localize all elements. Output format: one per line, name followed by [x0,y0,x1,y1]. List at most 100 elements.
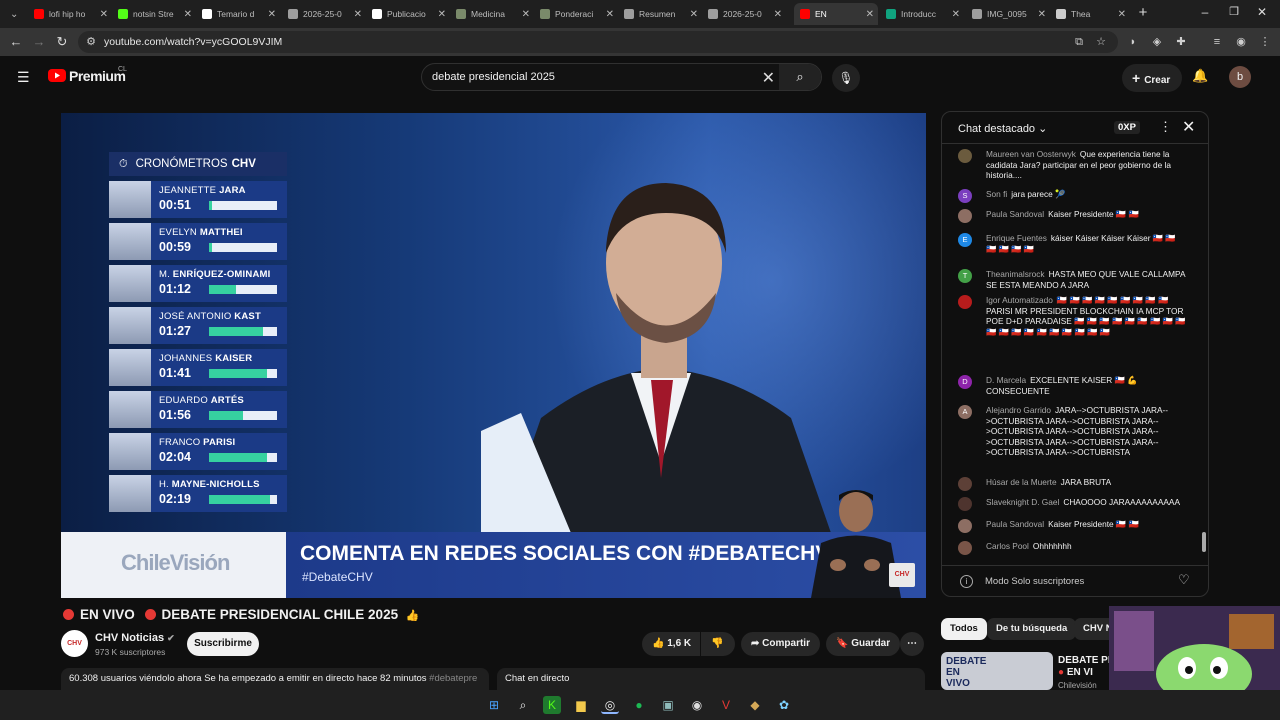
voice-search-icon[interactable]: 🎙 [832,64,860,92]
share-button[interactable]: ➦ Compartir [741,632,820,656]
chat-author-avatar[interactable] [958,541,972,555]
taskbar-kick-icon[interactable]: K [543,696,561,714]
install-icon[interactable]: ⧉ [1072,35,1086,49]
search-input[interactable]: debate presidencial 2025 [432,71,555,83]
chat-author-avatar[interactable]: S [958,189,972,203]
avatar[interactable]: b [1229,66,1251,88]
spotify-icon[interactable]: ● [630,696,648,714]
chrome-icon[interactable]: ◎ [601,696,619,714]
windows-start-icon[interactable]: ⊞ [485,696,503,714]
chat-author-name[interactable]: Paula Sandoval [986,209,1044,219]
like-button[interactable]: 👍 1,6 K [642,632,700,656]
browser-tab[interactable]: Ponderaci ✕ [534,3,618,25]
valorant-icon[interactable]: V [717,696,735,714]
search-icon[interactable]: ⌕ [779,64,821,90]
notifications-bell-icon[interactable]: 🔔 [1192,68,1208,84]
chat-author-name[interactable]: Carlos Pool [986,541,1029,551]
chat-author-name[interactable]: Maureen van Oosterwyk [986,149,1076,159]
recommended-title-line-2[interactable]: ● EN VI [1058,667,1093,678]
site-info-icon[interactable]: ⚙ [84,35,98,49]
tab-close-icon[interactable]: ✕ [690,9,698,20]
reading-list-icon[interactable]: ≡ [1210,35,1224,49]
chat-author-name[interactable]: Paula Sandoval [986,519,1044,529]
filter-chip[interactable]: De tu búsqueda [987,618,1077,640]
chat-author-avatar[interactable]: T [958,269,972,283]
tab-close-icon[interactable]: ✕ [774,9,782,20]
maximize-button[interactable]: ❐ [1224,5,1244,18]
network-app-icon[interactable]: ✿ [775,696,793,714]
browser-tab[interactable]: Resumen ✕ [618,3,702,25]
extension-icon-1[interactable]: ◗ [1126,35,1140,49]
tab-close-icon[interactable]: ✕ [606,9,614,20]
browser-tab[interactable]: IMG_0095 ✕ [966,3,1050,25]
youtube-logo-icon[interactable] [48,69,66,82]
obs-icon[interactable]: ◉ [688,696,706,714]
browser-tab[interactable]: Medicina ✕ [450,3,534,25]
chat-author-avatar[interactable] [958,477,972,491]
tab-list-button[interactable]: ⌄ [4,3,26,25]
xp-badge[interactable]: 0XP [1114,121,1140,134]
tab-close-icon[interactable]: ✕ [522,9,530,20]
forward-icon[interactable]: → [31,34,47,49]
profile-icon[interactable]: ◉ [1234,35,1248,49]
info-icon[interactable]: i [960,575,973,588]
more-actions-button[interactable]: ⋯ [900,632,924,656]
heart-icon[interactable]: ♡ [1178,572,1190,588]
channel-avatar[interactable]: CHV [61,630,88,657]
chat-author-avatar[interactable]: D [958,375,972,389]
browser-tab[interactable]: 2026-25-0 ✕ [282,3,366,25]
chat-message-list[interactable]: Maureen van Oosterwyk Que experiencia tie… [942,145,1204,562]
bookmark-star-icon[interactable]: ☆ [1094,35,1108,49]
browser-tab[interactable]: lofi hip ho ✕ [28,3,112,25]
dislike-button[interactable]: 👎 [701,632,735,656]
tab-close-icon[interactable]: ✕ [184,9,192,20]
browser-tab[interactable]: Temario d ✕ [196,3,280,25]
chat-author-name[interactable]: D. Marcela [986,375,1026,385]
chat-author-name[interactable]: Húsar de la Muerte [986,477,1057,487]
browser-menu-icon[interactable]: ⋮ [1258,35,1272,49]
close-window-button[interactable]: ✕ [1252,5,1272,19]
close-chat-icon[interactable]: ✕ [1182,117,1195,137]
chat-author-avatar[interactable] [958,149,972,163]
tab-close-icon[interactable]: ✕ [438,9,446,20]
chat-author-avatar[interactable] [958,295,972,309]
chat-author-name[interactable]: Enrique Fuentes [986,233,1047,243]
chat-author-name[interactable]: Slaveknight D. Gael [986,497,1059,507]
subscribe-button[interactable]: Suscribirme [187,632,259,656]
video-player[interactable]: ⏱ CRONÓMETROS CHV JEANNETTE JARA 00:51 EVE… [61,113,926,598]
clear-search-icon[interactable]: ✕ [762,68,775,88]
reload-icon[interactable]: ↻ [54,34,70,50]
file-explorer-icon[interactable]: ▆ [572,696,590,714]
description-box[interactable]: 60.308 usuarios viéndolo ahora Se ha emp… [61,668,489,690]
recommended-thumbnail[interactable]: DEBATE EN VIVO [941,652,1053,690]
browser-tab[interactable]: 2026-25-0 ✕ [702,3,786,25]
tab-close-icon[interactable]: ✕ [268,9,276,20]
browser-tab[interactable]: Introducc ✕ [880,3,964,25]
taskbar-search-icon[interactable]: ⌕ [514,696,532,714]
browser-tab[interactable]: EN ✕ [794,3,878,25]
back-icon[interactable]: ← [8,34,24,49]
tab-close-icon[interactable]: ✕ [952,9,960,20]
hamburger-menu-icon[interactable]: ☰ [17,69,30,86]
chat-author-avatar[interactable] [958,519,972,533]
save-button[interactable]: 🔖 Guardar [826,632,901,656]
tab-close-icon[interactable]: ✕ [354,9,362,20]
chat-author-name[interactable]: Theanimalsrock [986,269,1045,279]
description-hashtag[interactable]: #debatepre [429,673,477,684]
tab-close-icon[interactable]: ✕ [1118,9,1126,20]
chat-author-name[interactable]: Alejandro Garrido [986,405,1051,415]
browser-tab[interactable]: notsin Stre ✕ [112,3,196,25]
search-bar[interactable]: debate presidencial 2025 ✕ ⌕ [421,63,822,91]
tab-close-icon[interactable]: ✕ [1038,9,1046,20]
channel-name[interactable]: CHV Noticias ✔ [95,632,175,644]
chat-author-name[interactable]: Igor Automatizado [986,295,1053,305]
chat-more-icon[interactable]: ⋮ [1159,119,1172,135]
create-button[interactable]: + Crear [1122,64,1182,92]
new-tab-button[interactable]: + [1133,4,1153,21]
chat-author-avatar[interactable] [958,209,972,223]
extension-icon-2[interactable]: ◈ [1150,35,1164,49]
extensions-puzzle-icon[interactable]: ✚ [1174,35,1188,49]
filter-chip[interactable]: Todos [941,618,987,640]
chat-mode-dropdown[interactable]: Chat destacado ⌄ [958,122,1047,135]
chat-replay-header[interactable]: Chat en directo [497,668,925,690]
